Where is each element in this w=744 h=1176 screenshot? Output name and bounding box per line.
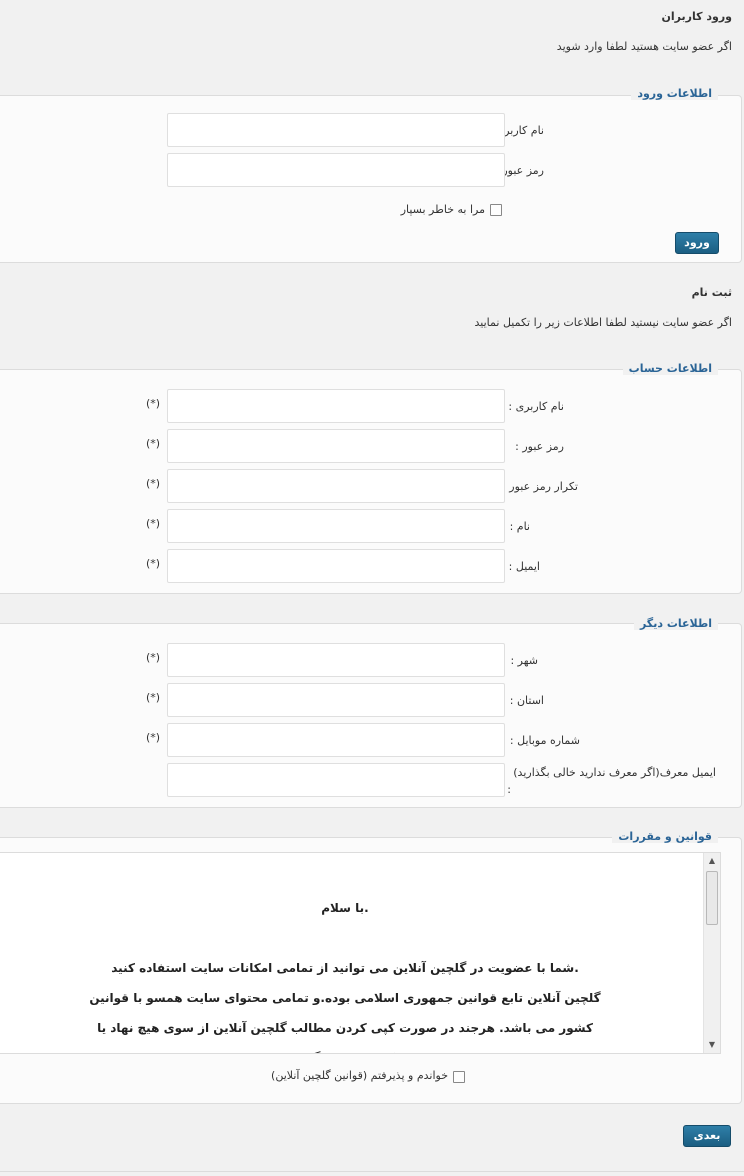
- account-username-input[interactable]: [167, 389, 505, 423]
- accept-rules-label: خواندم و پذیرفتم (قوانین گلچین آنلاین): [271, 1069, 448, 1082]
- rules-line: .با سلام: [321, 901, 369, 915]
- scroll-down-icon[interactable]: ▼: [704, 1037, 720, 1053]
- login-password-input[interactable]: [167, 153, 505, 187]
- mobile-input[interactable]: [167, 723, 505, 757]
- scroll-thumb[interactable]: [706, 871, 718, 925]
- required-marker: (*): [146, 731, 161, 744]
- account-field-label-password: رمز عبور :: [515, 440, 564, 453]
- footer-divider: [0, 1171, 744, 1172]
- other-field-label-city: شهر :: [510, 654, 538, 667]
- referrer-colon: :: [507, 783, 511, 796]
- register-title: ثبت نام: [691, 286, 732, 299]
- scroll-up-icon[interactable]: ▲: [704, 853, 720, 869]
- register-subtitle: اگر عضو سایت نیستید لطفا اطلاعات زیر را …: [474, 316, 732, 329]
- required-marker: (*): [146, 397, 161, 410]
- login-subtitle: اگر عضو سایت هستید لطفا وارد شوید: [556, 40, 732, 53]
- account-password-repeat-input[interactable]: [167, 469, 505, 503]
- account-field-label-email: ایمیل :: [508, 560, 540, 573]
- login-button[interactable]: ورود: [675, 232, 719, 254]
- rules-textarea[interactable]: .با سلام .شما با عضویت در گلچین آنلاین م…: [0, 852, 721, 1054]
- required-marker: (*): [146, 517, 161, 530]
- account-name-input[interactable]: [167, 509, 505, 543]
- remember-checkbox[interactable]: [490, 204, 502, 216]
- account-legend: اطلاعات حساب: [622, 362, 718, 375]
- referrer-label: ایمیل معرف(اگر معرف ندارید خالی بگذارید): [513, 766, 716, 779]
- account-field-label-password-repeat: تکرار رمز عبور :: [502, 480, 578, 493]
- rules-line: کشور می باشد. هرجند در صورت کپی کردن مطا…: [97, 1021, 593, 1035]
- city-input[interactable]: [167, 643, 505, 677]
- province-input[interactable]: [167, 683, 505, 717]
- account-field-label-name: نام :: [509, 520, 530, 533]
- login-legend: اطلاعات ورود: [631, 87, 718, 100]
- other-field-label-province: استان :: [509, 694, 544, 707]
- other-legend: اطلاعات دیگر: [633, 617, 718, 630]
- login-title: ورود کاربران: [661, 10, 732, 23]
- rules-line: .شما با عضویت در گلچین آنلاین می توانید …: [111, 961, 579, 975]
- other-field-label-mobile: شماره موبایل :: [509, 734, 580, 747]
- remember-label: مرا به خاطر بسپار: [400, 203, 485, 216]
- account-password-input[interactable]: [167, 429, 505, 463]
- rules-text: .با سلام .شما با عضویت در گلچین آنلاین م…: [0, 893, 690, 1053]
- rules-legend: قوانین و مقررات: [612, 830, 718, 843]
- rules-line: [0, 923, 690, 953]
- rules-line: اشخاص حقیقی و حقوقی در صورت ذکر منبع هیچ…: [0, 1043, 690, 1053]
- next-button[interactable]: بعدی: [683, 1125, 731, 1147]
- required-marker: (*): [146, 651, 161, 664]
- login-username-input[interactable]: [167, 113, 505, 147]
- accept-rules-checkbox[interactable]: [453, 1071, 465, 1083]
- account-field-label-username: نام کاربری :: [508, 400, 564, 413]
- login-password-label: رمز عبور: [502, 164, 544, 177]
- required-marker: (*): [146, 437, 161, 450]
- required-marker: (*): [146, 477, 161, 490]
- required-marker: (*): [146, 691, 161, 704]
- required-marker: (*): [146, 557, 161, 570]
- rules-line: گلچین آنلاین تابع قوانین جمهوری اسلامی ب…: [89, 991, 601, 1005]
- referrer-email-input[interactable]: [167, 763, 505, 797]
- rules-scrollbar[interactable]: ▲ ▼: [703, 853, 720, 1053]
- account-email-input[interactable]: [167, 549, 505, 583]
